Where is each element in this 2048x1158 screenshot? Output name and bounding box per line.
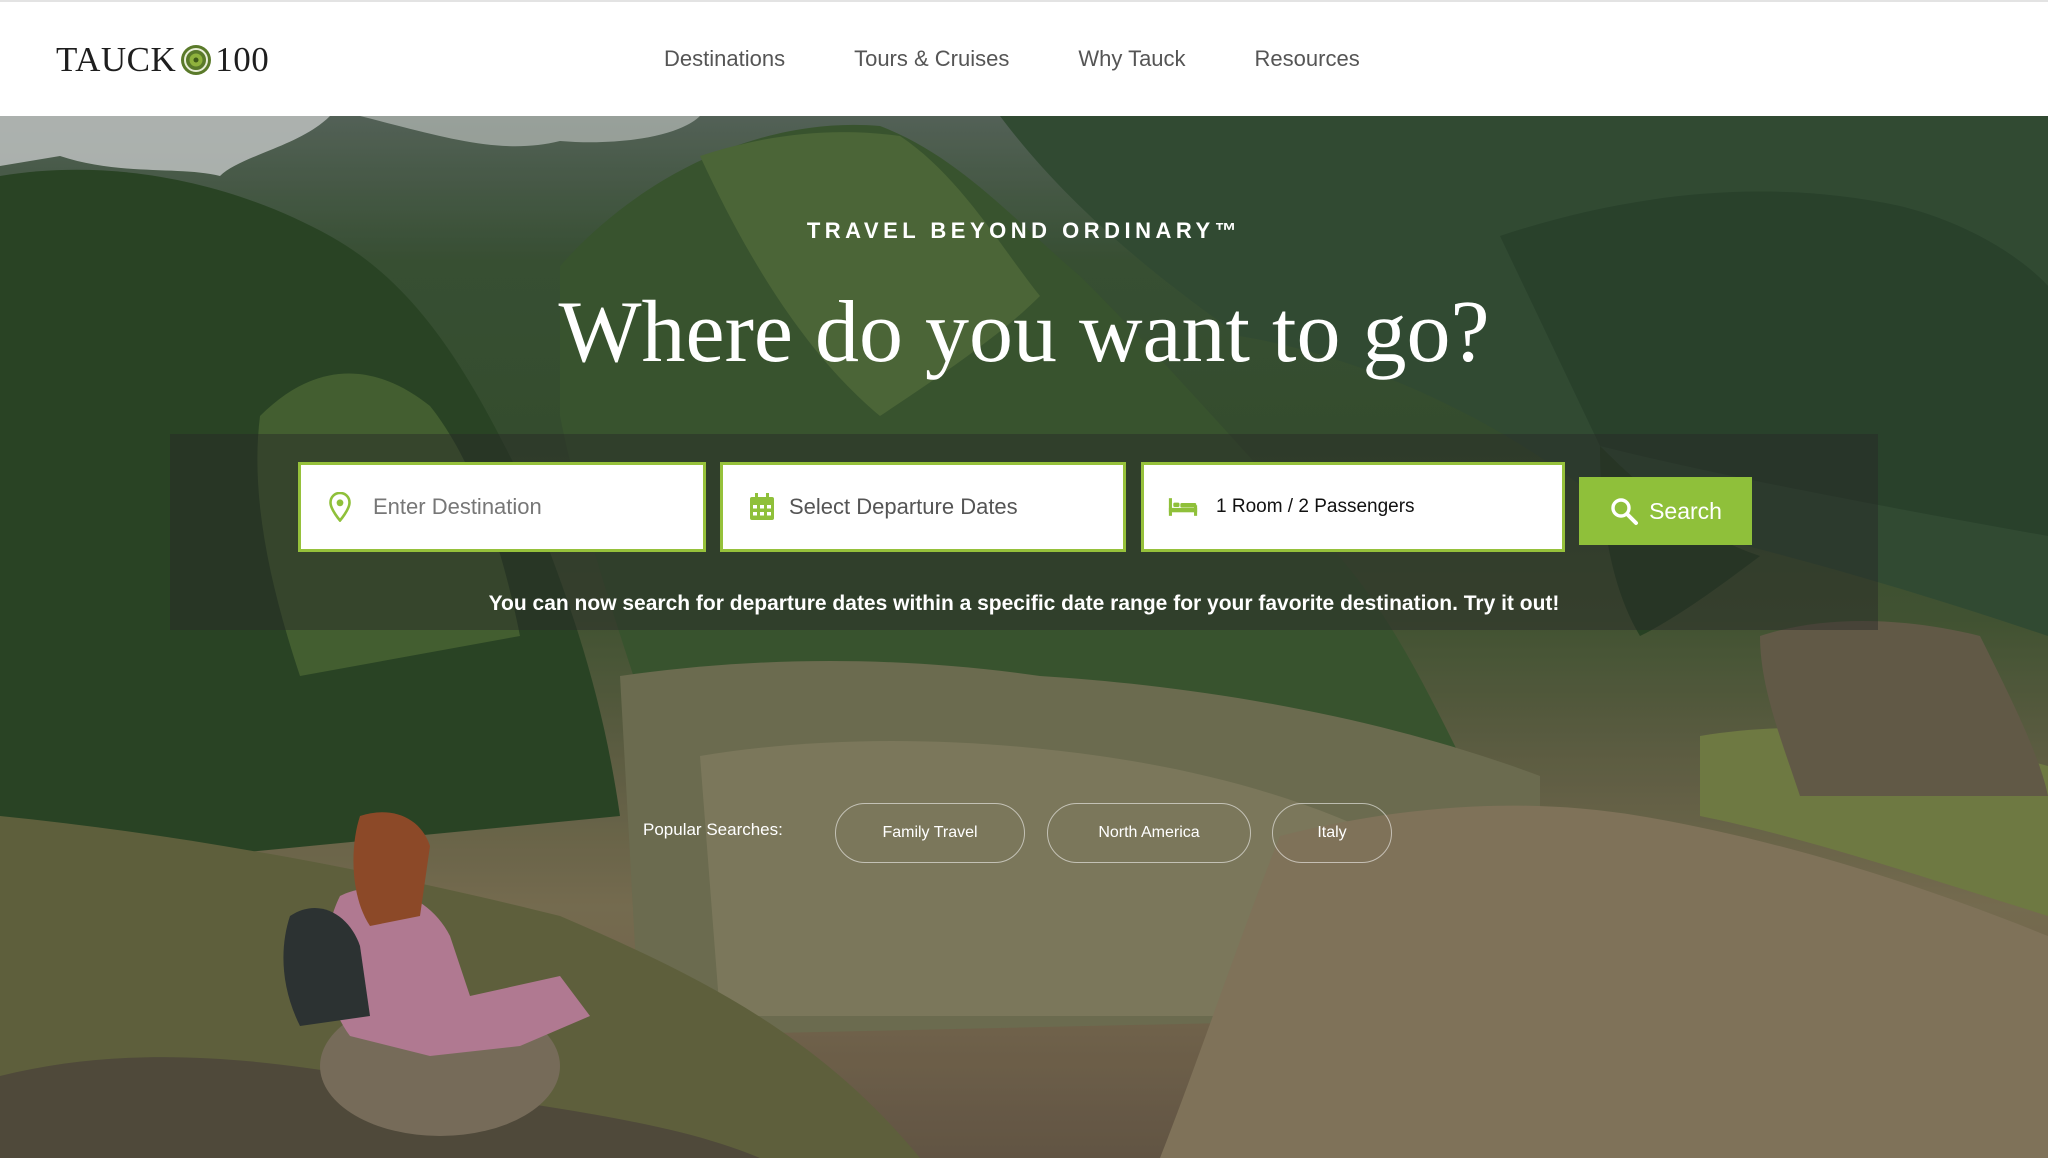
nav-tours-cruises[interactable]: Tours & Cruises [854,46,1009,72]
compass-emblem-icon [179,43,213,77]
departure-dates-field[interactable]: Select Departure Dates [720,462,1126,552]
hero-dark-overlay [0,116,2048,1158]
calendar-icon [747,492,777,522]
site-header: TAUCK 100 Destinations Tours & Cruises W… [0,2,2048,116]
destination-field[interactable] [298,462,706,552]
magnifier-icon [1609,496,1639,526]
nav-resources[interactable]: Resources [1255,46,1360,72]
hero-tagline: TRAVEL BEYOND ORDINARY™ [806,218,1242,243]
search-notice: You can now search for departure dates w… [488,592,1560,615]
location-pin-icon [325,492,355,522]
hero-section [0,116,2048,1158]
rooms-passengers-label: 1 Room / 2 Passengers [1216,496,1415,517]
destination-input[interactable] [371,493,675,521]
popular-search-north-america[interactable]: North America [1047,803,1251,863]
search-button[interactable]: Search [1579,477,1752,545]
logo-text-tauck: TAUCK [56,40,177,79]
popular-searches: Popular Searches: Family Travel North Am… [0,803,2048,863]
popular-searches-label: Popular Searches: [643,820,783,839]
departure-dates-label: Select Departure Dates [789,494,1018,519]
nav-why-tauck[interactable]: Why Tauck [1078,46,1185,72]
logo-text-100: 100 [215,40,270,79]
nav-destinations[interactable]: Destinations [664,46,785,72]
popular-search-italy[interactable]: Italy [1272,803,1392,863]
search-button-label: Search [1649,497,1722,524]
popular-search-family-travel[interactable]: Family Travel [835,803,1025,863]
rooms-passengers-field[interactable]: 1 Room / 2 Passengers [1141,462,1565,552]
hero-headline: Where do you want to go? [558,284,1490,381]
bed-icon [1168,492,1198,522]
main-navigation: Destinations Tours & Cruises Why Tauck R… [664,2,1360,116]
tauck-100-logo[interactable]: TAUCK 100 [56,40,269,80]
